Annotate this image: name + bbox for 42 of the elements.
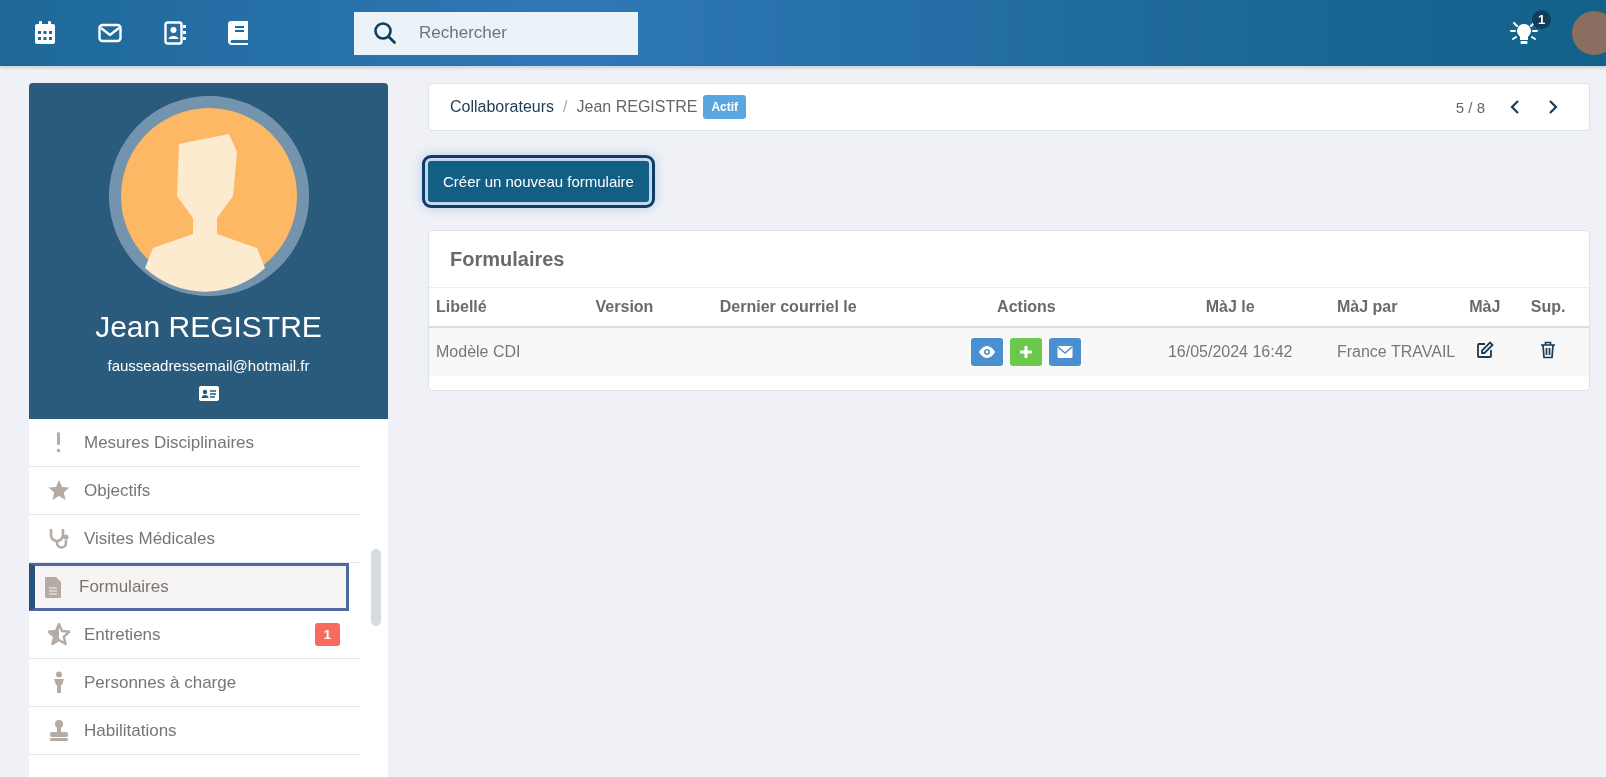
sidebar-item[interactable]: Personnes à charge	[29, 659, 360, 707]
sidebar-item[interactable]: Formulaires	[29, 563, 349, 611]
scrollbar[interactable]	[371, 549, 381, 626]
profile-name: Jean REGISTRE	[95, 310, 322, 344]
pager-text: 5 / 8	[1455, 98, 1485, 116]
mail-icon	[1056, 344, 1075, 360]
trash-icon[interactable]	[1540, 341, 1557, 359]
sidebar-item[interactable]: Entretiens 1	[29, 611, 360, 659]
search-icon	[373, 21, 397, 45]
panel-title: Formulaires	[429, 231, 1589, 288]
breadcrumb-current: Jean REGISTRE	[576, 98, 698, 116]
star-icon	[48, 479, 70, 502]
breadcrumb-separator: /	[563, 98, 568, 116]
id-card-icon[interactable]	[198, 386, 219, 401]
sidebar-item[interactable]: Habilitations	[29, 707, 360, 755]
table-cell: Modèle CDI	[429, 327, 589, 376]
mail-button[interactable]	[1049, 338, 1082, 366]
star-outline-icon	[48, 623, 70, 646]
lightbulb-icon[interactable]	[1510, 20, 1538, 46]
status-badge: Actif	[703, 95, 747, 119]
chevron-right-icon[interactable]	[1547, 99, 1559, 115]
sidebar-item[interactable]: Mesures Disciplinaires	[29, 419, 360, 467]
eye-icon	[978, 344, 997, 360]
chevron-left-icon[interactable]	[1509, 99, 1521, 115]
table-cell: France TRAVAIL	[1329, 327, 1463, 376]
table-cell: 16/05/2024 16:42	[1130, 327, 1330, 376]
edit-icon[interactable]	[1475, 341, 1494, 359]
address-book-icon[interactable]	[164, 21, 186, 45]
mail-icon[interactable]	[98, 23, 122, 43]
book-icon[interactable]	[228, 21, 248, 45]
eye-button[interactable]	[971, 338, 1004, 366]
calendar-icon[interactable]	[34, 21, 56, 45]
breadcrumb-link[interactable]: Collaborateurs	[450, 98, 555, 116]
sidebar-item[interactable]: Objectifs	[29, 467, 360, 515]
search-input[interactable]: Rechercher	[417, 22, 601, 44]
count-badge: 1	[314, 623, 340, 646]
search-field[interactable]: Rechercher	[354, 11, 638, 55]
stamp-icon	[48, 719, 70, 742]
stethoscope-icon	[48, 527, 70, 550]
exclamation-icon	[57, 432, 61, 453]
profile-email: fausseadressemail@hotmail.fr	[107, 357, 310, 374]
notification-count: 1	[1532, 10, 1551, 29]
